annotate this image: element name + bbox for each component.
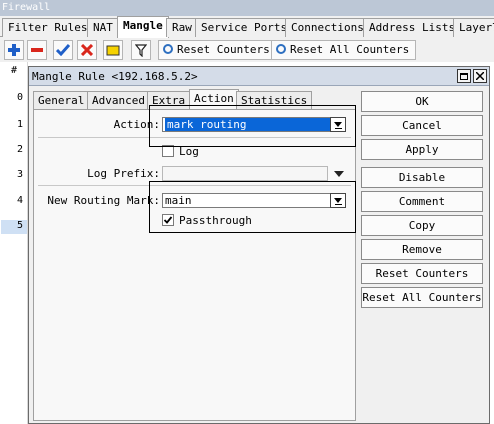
log-prefix-label: Log Prefix: — [87, 167, 160, 180]
filter-button[interactable] — [131, 40, 151, 60]
checkmark-icon — [56, 44, 70, 56]
reset-counters-rule-button[interactable]: Reset Counters — [361, 263, 483, 284]
cancel-button[interactable]: Cancel — [361, 115, 483, 136]
tab-raw[interactable]: Raw — [166, 18, 198, 37]
close-button[interactable] — [473, 69, 487, 83]
table-row[interactable]: 2 — [1, 144, 27, 155]
highlight-box-action — [149, 105, 356, 147]
note-icon — [106, 45, 120, 56]
highlight-box-routing-mark — [149, 181, 356, 233]
filter-icon — [135, 43, 147, 57]
column-header-number[interactable]: # — [1, 65, 27, 76]
table-row[interactable]: 0 — [1, 92, 27, 103]
tab-address-lists[interactable]: Address Lists — [363, 18, 462, 37]
dialog-title: Mangle Rule <192.168.5.2> — [29, 67, 489, 86]
table-row-selected[interactable]: 5 — [1, 220, 27, 234]
enable-button[interactable] — [53, 40, 73, 60]
plus-icon — [8, 44, 20, 56]
copy-button[interactable]: Copy — [361, 215, 483, 236]
log-prefix-input[interactable] — [162, 166, 328, 181]
remove-rule-button[interactable]: Remove — [361, 239, 483, 260]
maximize-button[interactable] — [457, 69, 471, 83]
new-routing-mark-label: New Routing Mark: — [47, 194, 160, 207]
table-row[interactable]: 4 — [1, 195, 27, 206]
firewall-tab-bar: Filter Rules NAT Mangle Raw Service Port… — [0, 16, 494, 38]
close-icon — [476, 72, 484, 80]
log-prefix-dropdown-icon[interactable] — [334, 171, 344, 177]
tab-service-ports[interactable]: Service Ports — [195, 18, 294, 37]
reset-all-counters-button[interactable]: Reset All Counters — [271, 40, 417, 60]
tab-connections[interactable]: Connections — [285, 18, 370, 37]
action-label: Action: — [113, 118, 160, 131]
reset-icon — [163, 44, 173, 54]
reset-counters-button[interactable]: Reset Counters — [158, 40, 277, 60]
table-row[interactable]: 1 — [1, 119, 27, 130]
action-panel: Action: mark routing Log Log Prefix: New… — [33, 105, 356, 421]
tab-advanced[interactable]: Advanced — [87, 91, 150, 109]
disable-button[interactable] — [77, 40, 97, 60]
disable-rule-button[interactable]: Disable — [361, 167, 483, 188]
reset-all-icon — [276, 44, 286, 54]
tab-layer7[interactable]: Layer7 — [453, 18, 494, 37]
toolbar: Reset Counters Reset All Counters — [0, 38, 494, 62]
maximize-icon — [460, 72, 468, 80]
comment-rule-button[interactable]: Comment — [361, 191, 483, 212]
comment-button[interactable] — [103, 40, 123, 60]
remove-button[interactable] — [27, 40, 47, 60]
add-button[interactable] — [4, 40, 24, 60]
mangle-rule-dialog: Mangle Rule <192.168.5.2> General Advanc… — [28, 66, 490, 424]
minus-icon — [31, 48, 43, 52]
cross-icon — [81, 44, 93, 56]
ok-button[interactable]: OK — [361, 91, 483, 112]
tab-nat[interactable]: NAT — [87, 18, 119, 37]
window-title: Firewall — [0, 0, 494, 16]
tab-filter-rules[interactable]: Filter Rules — [2, 18, 94, 37]
tab-general[interactable]: General — [33, 91, 90, 109]
table-row[interactable]: 3 — [1, 169, 27, 180]
tab-mangle[interactable]: Mangle — [117, 16, 169, 38]
reset-all-counters-rule-button[interactable]: Reset All Counters — [361, 287, 483, 308]
apply-button[interactable]: Apply — [361, 139, 483, 160]
